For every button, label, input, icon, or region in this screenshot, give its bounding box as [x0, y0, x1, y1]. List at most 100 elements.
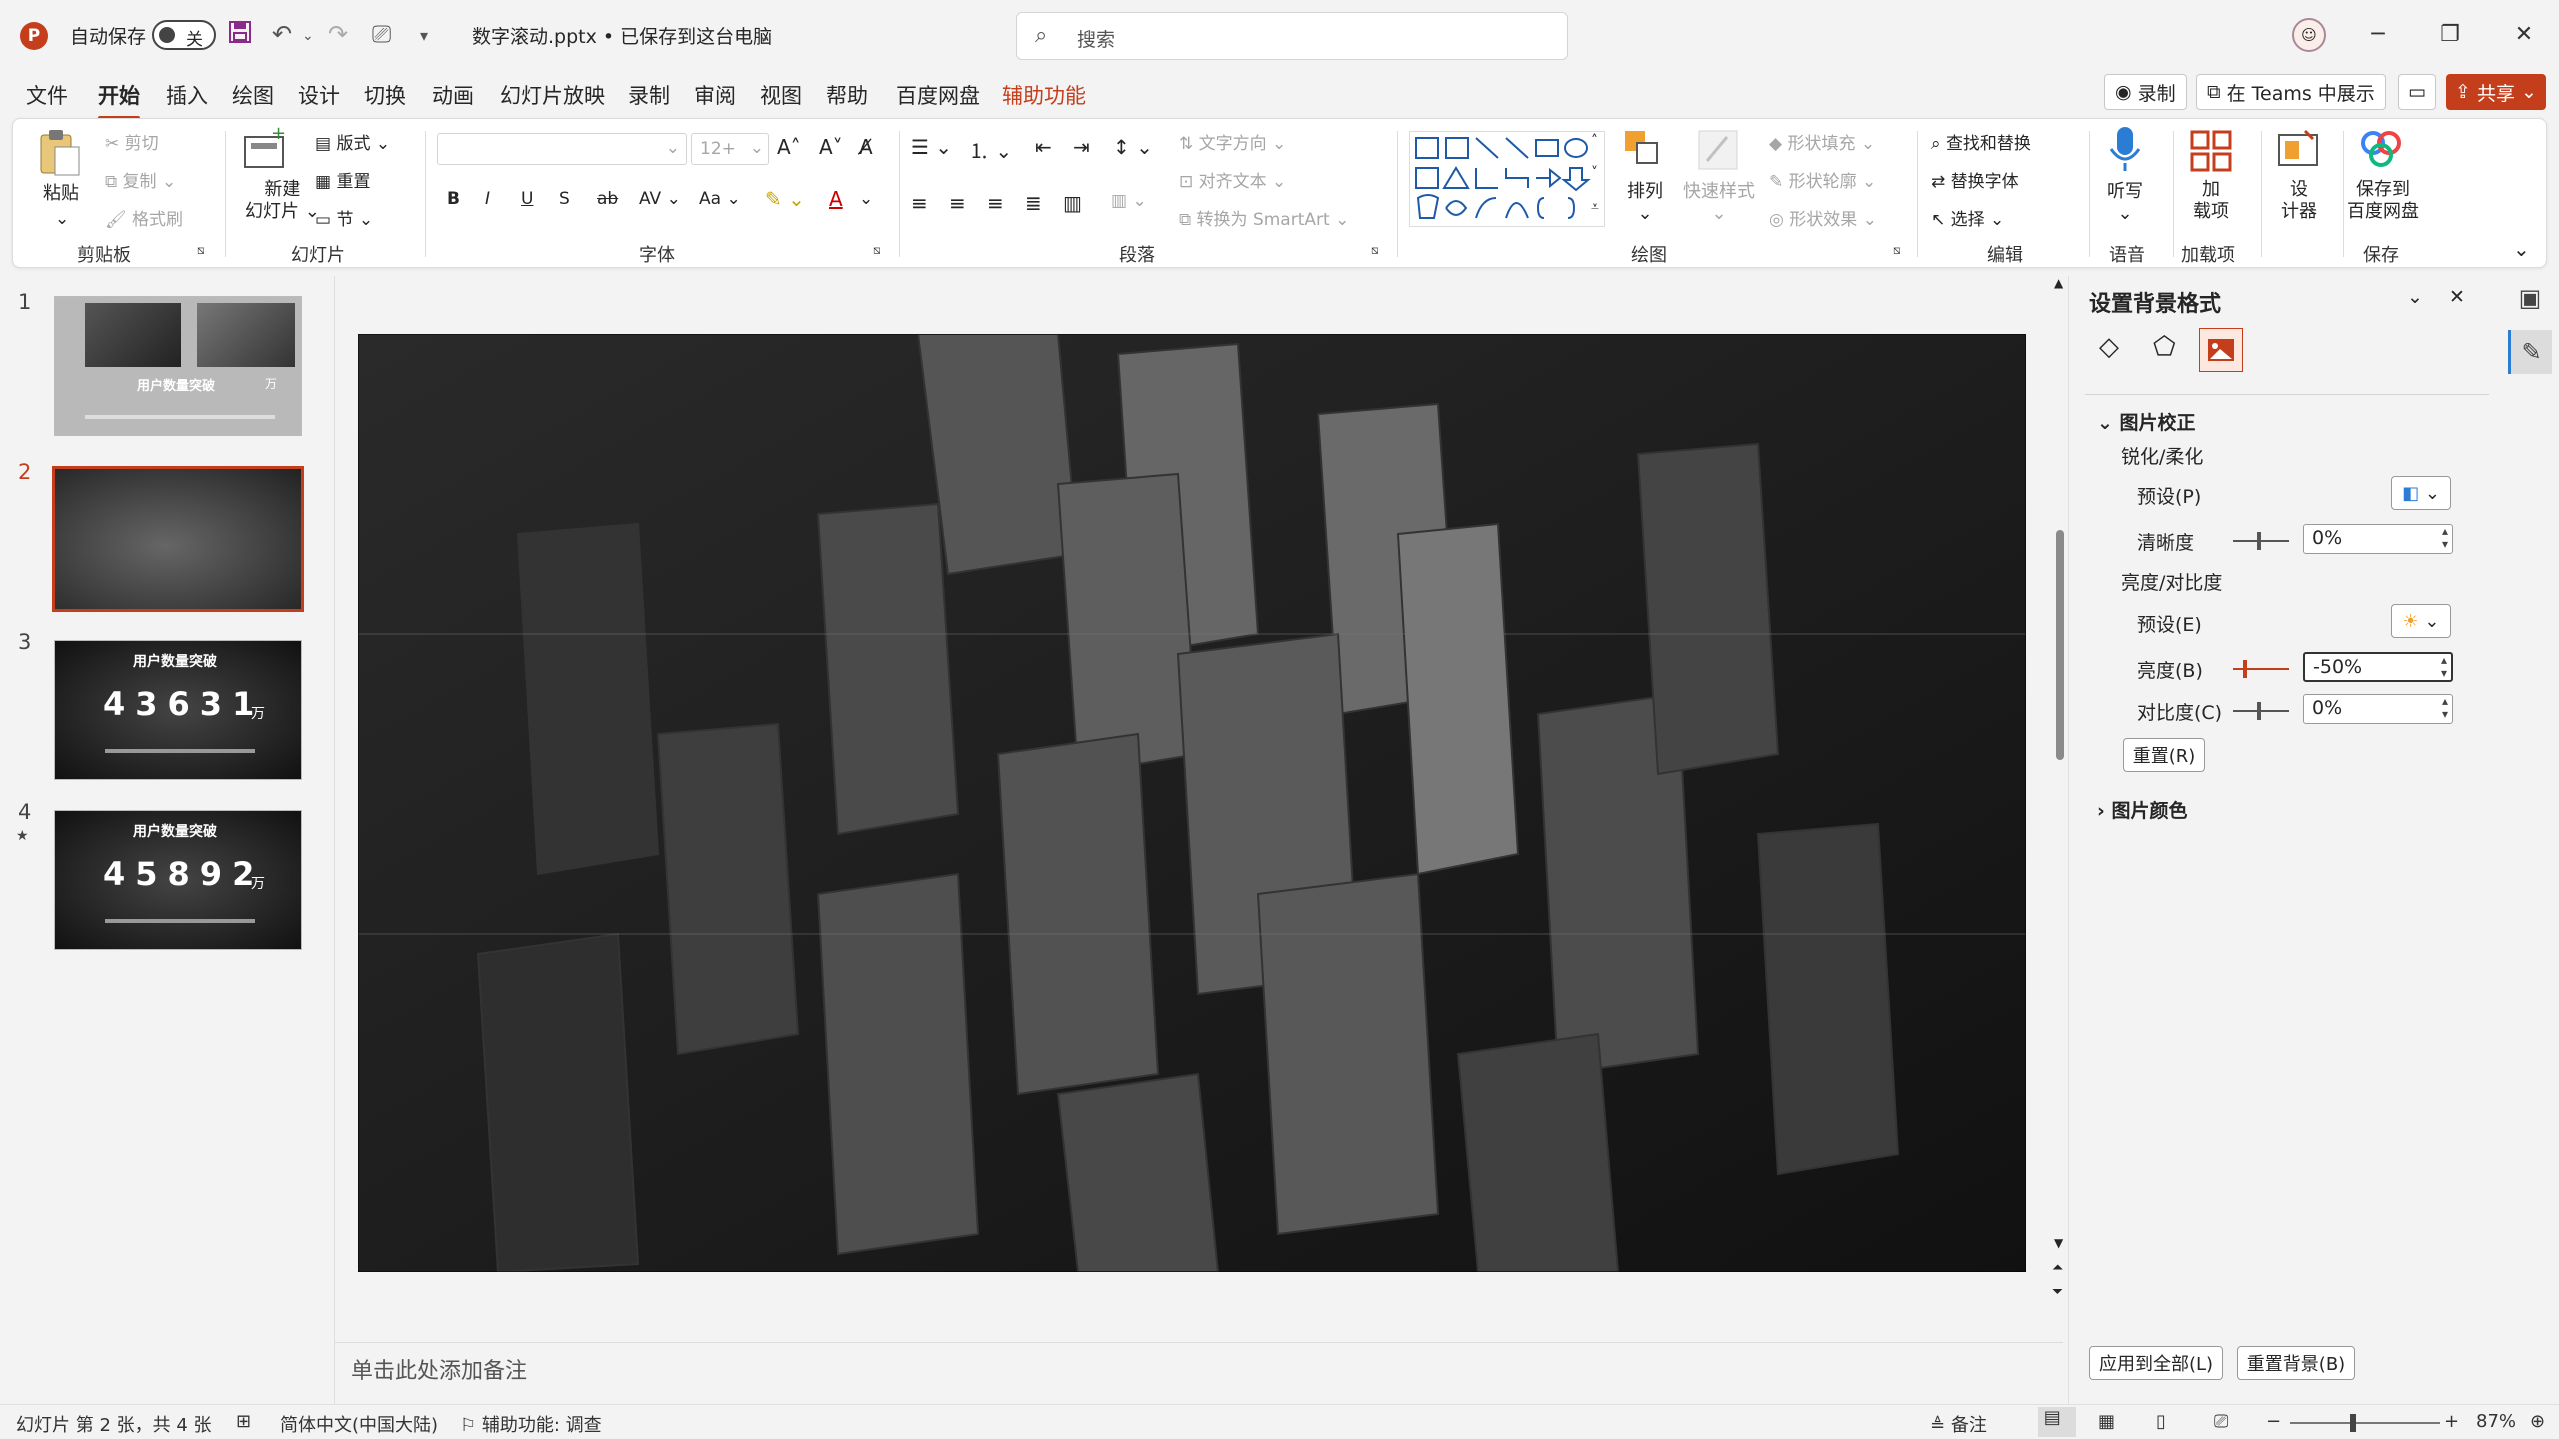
spellcheck-icon[interactable]: ⊞ — [236, 1411, 251, 1432]
clear-format-icon[interactable]: A̸ — [859, 135, 873, 159]
tab-record[interactable]: 录制 — [628, 80, 670, 110]
pane-close-icon[interactable]: ✕ — [2449, 286, 2465, 308]
paste-icon[interactable] — [37, 127, 83, 186]
current-slide[interactable] — [358, 334, 2026, 1272]
reset-background-button[interactable]: 重置背景(B) — [2237, 1346, 2355, 1380]
font-name-select[interactable]: ⌄ — [437, 133, 687, 165]
layout-button[interactable]: ▤ 版式 ⌄ — [315, 129, 390, 154]
increase-indent-icon[interactable]: ⇥ — [1073, 135, 1090, 159]
tab-view[interactable]: 视图 — [760, 80, 802, 110]
tab-slideshow[interactable]: 幻灯片放映 — [500, 80, 605, 110]
slide-counter[interactable]: 幻灯片 第 2 张，共 4 张 — [16, 1411, 212, 1437]
shape-outline-button[interactable]: ✎ 形状轮廓 ⌄ — [1769, 167, 1876, 192]
effects-tab-icon[interactable]: ⬠ — [2153, 332, 2176, 362]
select-button[interactable]: ↖ 选择 ⌄ — [1931, 205, 2004, 230]
maximize-icon[interactable]: ❐ — [2420, 14, 2480, 54]
brightness-slider[interactable] — [2233, 660, 2289, 678]
slide-thumbnail-2[interactable] — [52, 466, 304, 612]
arrange-icon[interactable] — [1621, 127, 1663, 182]
accessibility-status[interactable]: ⚐ 辅助功能: 调查 — [460, 1411, 602, 1437]
baidu-netdisk-icon[interactable] — [2359, 129, 2403, 178]
autosave-toggle[interactable]: 关 — [152, 20, 216, 50]
tab-draw[interactable]: 绘图 — [232, 80, 274, 110]
save-baidu-label[interactable]: 保存到 百度网盘 — [2347, 179, 2419, 223]
gallery-up-icon[interactable]: ˄ — [1591, 133, 1598, 149]
paragraph-launcher-icon[interactable]: ⧅ — [1371, 243, 1379, 258]
designer-icon[interactable] — [2275, 127, 2321, 182]
tab-file[interactable]: 文件 — [26, 80, 68, 110]
pane-options-chevron-icon[interactable]: ⌄ — [2407, 286, 2423, 308]
shape-effects-button[interactable]: ◎ 形状效果 ⌄ — [1769, 205, 1877, 230]
tab-help[interactable]: 帮助 — [826, 80, 868, 110]
align-center-icon[interactable]: ≡ — [949, 191, 966, 215]
drawing-launcher-icon[interactable]: ⧅ — [1893, 243, 1901, 258]
avatar[interactable]: ☺ — [2292, 18, 2326, 52]
zoom-slider[interactable] — [2290, 1414, 2440, 1432]
align-left-icon[interactable]: ≡ — [911, 191, 928, 215]
notes-toggle[interactable]: ≜ 备注 — [1930, 1411, 1987, 1437]
quick-styles-label[interactable]: 快速样式 ⌄ — [1683, 181, 1755, 225]
notes-area[interactable]: 单击此处添加备注 — [335, 1342, 2063, 1404]
align-text-button[interactable]: ⊡ 对齐文本 ⌄ — [1179, 167, 1286, 192]
normal-view-icon[interactable]: ▤ — [2038, 1407, 2076, 1437]
title-chevron-down-icon[interactable]: ⌄ — [758, 26, 771, 45]
tab-insert[interactable]: 插入 — [166, 80, 208, 110]
highlight-icon[interactable]: ✎ ⌄ — [765, 187, 805, 211]
teams-present-button[interactable]: ⧉ 在 Teams 中展示 — [2196, 74, 2386, 110]
tab-design[interactable]: 设计 — [298, 80, 340, 110]
smartart-button[interactable]: ⧉ 转换为 SmartArt ⌄ — [1179, 205, 1349, 230]
tab-review[interactable]: 审阅 — [694, 80, 736, 110]
present-icon[interactable]: ⎚ — [372, 20, 391, 48]
scroll-thumb[interactable] — [2056, 530, 2064, 760]
gallery-down-icon[interactable]: ˅ — [1591, 165, 1598, 181]
slide-sorter-icon[interactable]: ▦ — [2098, 1411, 2115, 1432]
font-size-select[interactable]: 12+ ⌄ — [691, 133, 769, 165]
font-color-icon[interactable]: A — [829, 187, 843, 211]
slide-thumbnail-1[interactable]: 用户数量突破 万 — [54, 296, 302, 436]
gallery-more-icon[interactable]: ⩡ — [1591, 199, 1599, 215]
find-replace-button[interactable]: ⌕ 查找和替换 — [1931, 129, 2031, 154]
tab-baidu[interactable]: 百度网盘 — [896, 80, 980, 110]
bullets-icon[interactable]: ☰ ⌄ — [911, 135, 952, 159]
zoom-out-icon[interactable]: − — [2266, 1411, 2281, 1432]
zoom-in-icon[interactable]: + — [2444, 1411, 2459, 1432]
cut-button[interactable]: ✂ 剪切 — [105, 129, 159, 154]
justify-icon[interactable]: ≣ — [1025, 191, 1042, 215]
addins-icon[interactable] — [2189, 129, 2233, 182]
tab-accessibility[interactable]: 辅助功能 — [1002, 80, 1086, 110]
vertical-scrollbar[interactable]: ▲ ▼ ⏶ ⏷ — [2052, 276, 2068, 1306]
save-icon[interactable] — [228, 20, 252, 50]
quick-styles-icon[interactable] — [1695, 127, 1741, 182]
strikethrough-icon[interactable]: ab — [597, 189, 618, 209]
close-icon[interactable]: ✕ — [2494, 14, 2554, 54]
brightness-input[interactable]: -50% ▴ ▾ — [2303, 652, 2453, 682]
grow-font-icon[interactable]: A˄ — [777, 135, 801, 159]
shadow-icon[interactable]: S — [559, 189, 570, 209]
slideshow-view-icon[interactable]: ⎚ — [2214, 1411, 2228, 1432]
shrink-font-icon[interactable]: A˅ — [819, 135, 843, 159]
tab-home[interactable]: 开始 — [98, 80, 140, 120]
search-box[interactable]: ⌕ 搜索 — [1016, 12, 1568, 60]
microphone-icon[interactable] — [2107, 125, 2143, 184]
tab-animations[interactable]: 动画 — [432, 80, 474, 110]
font-launcher-icon[interactable]: ⧅ — [873, 243, 881, 258]
document-title[interactable]: 数字滚动.pptx • 已保存到这台电脑 — [472, 22, 772, 49]
redo-icon[interactable]: ↷ — [328, 20, 348, 48]
slide-thumbnail-4[interactable]: 用户数量突破 45892 万 — [54, 810, 302, 950]
new-slide-label[interactable]: 新建 幻灯片 ⌄ — [245, 179, 320, 223]
design-ideas-rail-icon[interactable]: ▣ — [2508, 276, 2552, 320]
font-color-dropdown-icon[interactable]: ⌄ — [859, 189, 873, 209]
undo-dropdown-icon[interactable]: ⌄ — [302, 28, 314, 44]
minimize-icon[interactable]: ─ — [2348, 14, 2408, 54]
language-label[interactable]: 简体中文(中国大陆) — [280, 1411, 438, 1437]
reading-view-icon[interactable]: ▯ — [2156, 1411, 2166, 1432]
arrange-label[interactable]: 排列 ⌄ — [1627, 181, 1663, 225]
sharpness-slider[interactable] — [2233, 532, 2289, 550]
underline-icon[interactable]: U — [521, 189, 533, 209]
columns-icon[interactable]: ▥ ⌄ — [1111, 191, 1147, 211]
zoom-level[interactable]: 87% — [2476, 1411, 2516, 1432]
share-button[interactable]: ⇪ 共享 ⌄ — [2446, 74, 2546, 110]
reset-correction-button[interactable]: 重置(R) — [2123, 738, 2205, 772]
fit-slide-icon[interactable]: ⊕ — [2530, 1411, 2545, 1432]
char-spacing-icon[interactable]: AV ⌄ — [639, 189, 681, 209]
